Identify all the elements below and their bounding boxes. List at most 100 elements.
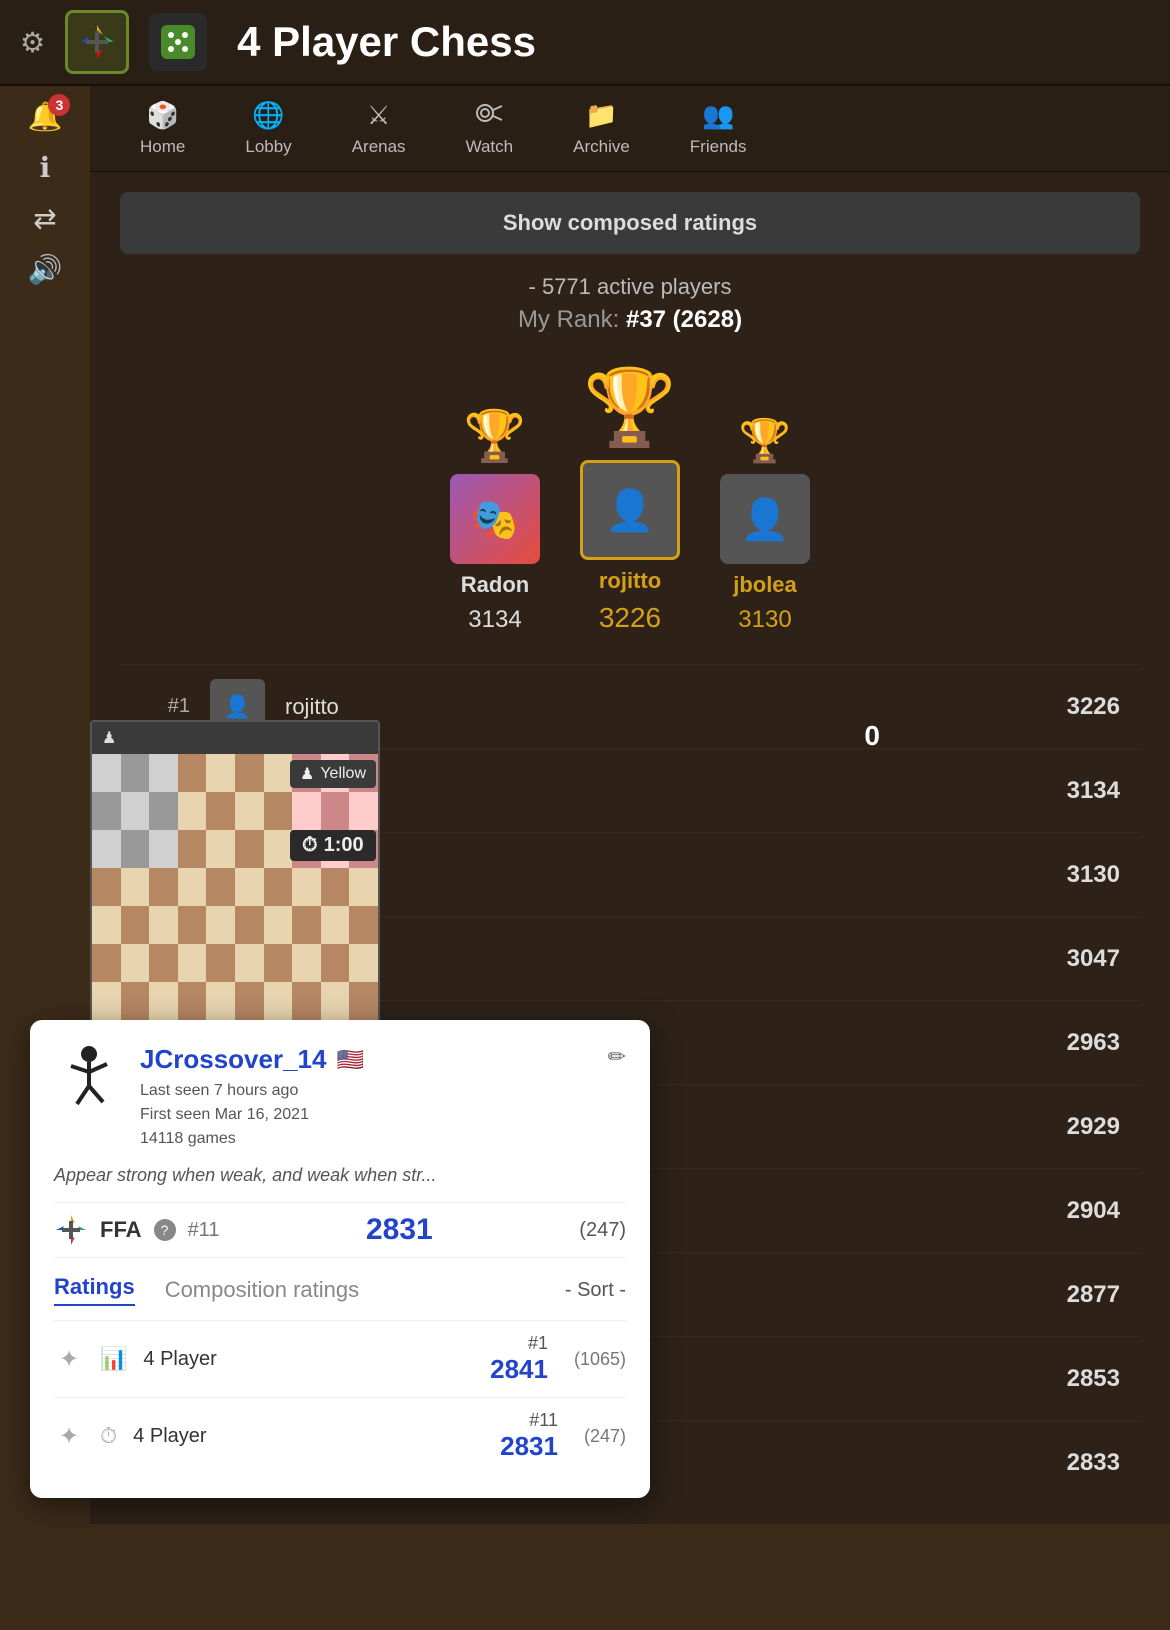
player-avatar [54, 1044, 124, 1114]
rating-type-icon-1: ✦ [54, 1345, 84, 1374]
sidebar-item-watch[interactable]: Watch [436, 86, 544, 171]
trophy-gold-icon: 🏆 [583, 364, 676, 452]
podium-item-3rd[interactable]: 🏆 👤 jbolea 3130 [720, 417, 810, 634]
arrows-cross-icon [76, 21, 118, 63]
games-count: 14118 games [140, 1127, 592, 1151]
bell-icon[interactable]: 🔔 3 [28, 100, 63, 133]
sidebar-item-friends[interactable]: 👥 Friends [660, 86, 777, 171]
tab-composition-ratings[interactable]: Composition ratings [165, 1277, 359, 1303]
podium-avatar-3rd: 👤 [720, 474, 810, 564]
nav-logo-active[interactable] [65, 10, 129, 74]
home-icon: 🎲 [146, 100, 178, 131]
score: 2904 [1067, 1197, 1120, 1225]
rating-score-2: 2831 [500, 1431, 558, 1461]
friends-label: Friends [690, 137, 747, 157]
active-players-count: - 5771 active players [120, 274, 1140, 300]
ffa-cross-icon [54, 1213, 88, 1247]
page-title: 4 Player Chess [237, 18, 536, 66]
podium-name-3rd: jbolea [733, 572, 797, 598]
left-sidebar: 🔔 3 ℹ ⇄ 🔊 [0, 80, 90, 306]
last-seen: Last seen 7 hours ago [140, 1079, 592, 1103]
podium-score-1st: 3226 [599, 602, 661, 634]
sort-button[interactable]: - Sort - [565, 1279, 626, 1302]
ffa-rating: 2831 [231, 1213, 567, 1247]
ffa-help-icon[interactable]: ? [154, 1219, 176, 1241]
notification-badge: 3 [48, 94, 70, 116]
chart-icon: 📊 [100, 1346, 127, 1372]
info-icon[interactable]: ℹ [40, 151, 51, 184]
podium: 🏆 🎭 Radon 3134 🏆 👤 rojitto 3226 🏆 👤 jbol… [120, 364, 1140, 634]
show-ratings-button[interactable]: Show composed ratings [120, 192, 1140, 254]
rating-name-1: 4 Player [143, 1348, 474, 1371]
ffa-games: (247) [579, 1219, 626, 1242]
archive-label: Archive [573, 137, 630, 157]
player-flag: 🇺🇸 [336, 1047, 363, 1073]
chess-header: ♟ [92, 722, 378, 754]
player-info: JCrossover_14 🇺🇸 Last seen 7 hours ago F… [140, 1044, 592, 1151]
rating-name-2: 4 Player [133, 1425, 484, 1448]
sidebar-item-archive[interactable]: 📁 Archive [543, 86, 660, 171]
player-username[interactable]: JCrossover_14 [140, 1044, 326, 1075]
podium-avatar-1st: 👤 [580, 460, 680, 560]
player-name-row: JCrossover_14 🇺🇸 [140, 1044, 592, 1075]
chess-piece-icon: ♟ [102, 728, 116, 748]
exchange-icon[interactable]: ⇄ [33, 202, 56, 235]
nav-logo-secondary[interactable] [149, 13, 207, 71]
dice-icon [157, 21, 199, 63]
podium-name-2nd: Radon [461, 572, 529, 598]
timer-value: 1:00 [324, 834, 364, 857]
score: 3047 [1067, 945, 1120, 973]
tab-ratings[interactable]: Ratings [54, 1274, 135, 1306]
score: 3134 [1067, 777, 1120, 805]
podium-avatar-2nd: 🎭 [450, 474, 540, 564]
player-ffa-row: FFA ? #11 2831 (247) [54, 1202, 626, 1258]
home-label: Home [140, 137, 185, 157]
edit-icon[interactable]: ✏ [608, 1044, 626, 1070]
score: 3130 [1067, 861, 1120, 889]
player-silhouette-icon [59, 1044, 119, 1114]
rating-rank-2: #11 [500, 1410, 558, 1431]
podium-score-2nd: 3134 [468, 606, 521, 634]
sidebar-item-arenas[interactable]: ⚔ Arenas [322, 86, 436, 171]
rating-item[interactable]: ✦ 📊 4 Player #1 2841 (1065) [54, 1320, 626, 1397]
watch-label: Watch [466, 137, 514, 157]
podium-score-3rd: 3130 [738, 606, 791, 634]
score-display: 0 [864, 720, 880, 752]
game-timer: ⏱ 1:00 [290, 830, 376, 861]
my-rank-value: #37 (2628) [626, 306, 742, 333]
timer-icon: ⏱ [100, 1423, 117, 1449]
ffa-arrows-icon [54, 1213, 88, 1247]
player-meta: Last seen 7 hours ago First seen Mar 16,… [140, 1079, 592, 1151]
score: 2877 [1067, 1281, 1120, 1309]
rating-item[interactable]: ✦ ⏱ 4 Player #11 2831 (247) [54, 1397, 626, 1474]
score: 2833 [1067, 1449, 1120, 1477]
watch-icon [475, 100, 503, 131]
top-header: ⚙ 4 Player Chess [0, 0, 1170, 86]
sidebar-item-home[interactable]: 🎲 Home [110, 86, 215, 171]
score: 2929 [1067, 1113, 1120, 1141]
ffa-label: FFA [100, 1217, 142, 1243]
yellow-label: Yellow [320, 765, 366, 783]
friends-icon: 👥 [702, 100, 734, 131]
score: 2963 [1067, 1029, 1120, 1057]
lobby-icon: 🌐 [252, 100, 284, 131]
sound-icon[interactable]: 🔊 [28, 253, 63, 286]
rank-label: #1 [140, 695, 190, 718]
player-name: Radon [285, 778, 1047, 804]
player-card: JCrossover_14 🇺🇸 Last seen 7 hours ago F… [30, 1020, 650, 1498]
yellow-indicator: ♟ Yellow [290, 760, 376, 788]
gear-icon[interactable]: ⚙ [20, 26, 45, 59]
rating-rank-1: #1 [490, 1333, 548, 1354]
player-name: rojitto [285, 694, 1047, 720]
my-rank: My Rank: #37 (2628) [120, 306, 1140, 334]
clock-icon: ⏱ [302, 834, 318, 857]
podium-name-1st: rojitto [599, 568, 661, 594]
podium-item-1st[interactable]: 🏆 👤 rojitto 3226 [580, 364, 680, 634]
player-card-header: JCrossover_14 🇺🇸 Last seen 7 hours ago F… [54, 1044, 626, 1151]
podium-item-2nd[interactable]: 🏆 🎭 Radon 3134 [450, 407, 540, 634]
sidebar-item-lobby[interactable]: 🌐 Lobby [215, 86, 321, 171]
trophy-silver-icon: 🏆 [464, 407, 526, 466]
ratings-tabs: Ratings Composition ratings - Sort - [54, 1274, 626, 1306]
lobby-label: Lobby [245, 137, 291, 157]
archive-icon: 📁 [585, 100, 617, 131]
